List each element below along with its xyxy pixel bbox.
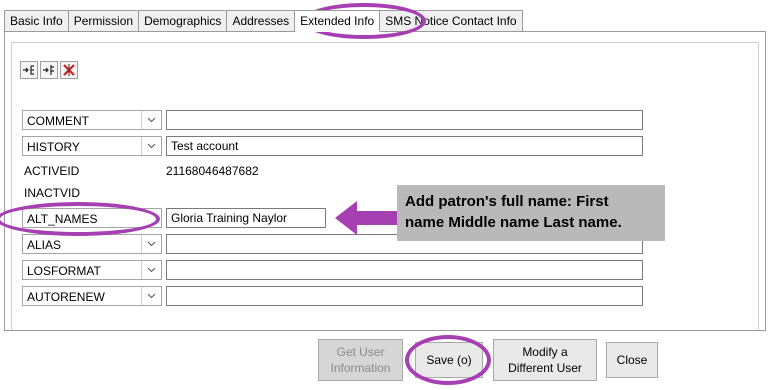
callout-line-2: name Middle name Last name. [405,214,622,231]
alt-names-key-label: ALT_NAMES [27,212,98,226]
tab-bar: Basic Info Permission Demographics Addre… [4,10,523,32]
field-toolbar [20,61,78,79]
save-label: Save (o) [426,353,472,367]
modify-line-1: Modify a [522,345,568,359]
tab-addresses[interactable]: Addresses [227,10,296,32]
comment-key-select[interactable]: COMMENT [22,110,162,130]
insert-field-icon[interactable] [40,61,58,79]
history-key-select[interactable]: HISTORY [22,136,162,156]
panel-right-divider [758,42,759,330]
autorenew-value-input[interactable] [166,286,643,306]
comment-key-label: COMMENT [27,114,89,128]
add-field-icon[interactable] [20,61,38,79]
chevron-down-icon[interactable] [141,137,161,155]
instruction-callout: Add patron's full name: First name Middl… [397,185,665,241]
activeid-value: 21168046487682 [166,164,259,178]
alt-names-key-select[interactable]: ALT_NAMES [22,208,162,228]
modify-different-user-button[interactable]: Modify a Different User [493,339,597,381]
tab-sms-notice-contact-info[interactable]: SMS Notice Contact Info [380,10,523,32]
comment-value-input[interactable] [166,110,643,130]
arrow-left-icon [335,201,397,235]
get-user-line-2: Information [330,361,391,375]
inactvid-label: INACTVID [24,186,81,200]
history-key-label: HISTORY [27,140,80,154]
chevron-down-icon[interactable] [141,287,161,305]
modify-line-2: Different User [508,361,582,375]
alt-names-value-input[interactable]: Gloria Training Naylor [166,208,326,228]
activeid-label: ACTIVEID [24,164,80,178]
callout-line-1: Add patron's full name: First [405,193,609,210]
panel-left-divider [11,42,12,330]
tab-basic-info[interactable]: Basic Info [4,10,69,32]
chevron-down-icon[interactable] [141,111,161,129]
tab-permission[interactable]: Permission [68,10,140,32]
alias-key-select[interactable]: ALIAS [22,234,162,254]
losformat-value-input[interactable] [166,260,643,280]
remove-field-icon[interactable] [60,61,78,79]
close-button[interactable]: Close [606,342,658,378]
autorenew-key-select[interactable]: AUTORENEW [22,286,162,306]
save-button[interactable]: Save (o) [415,342,483,378]
close-label: Close [616,353,648,367]
chevron-down-icon[interactable] [141,235,161,253]
tab-demographics[interactable]: Demographics [139,10,228,32]
alias-key-label: ALIAS [27,238,62,252]
chevron-down-icon[interactable] [141,261,161,279]
panel-top-divider [11,42,759,43]
losformat-key-label: LOSFORMAT [27,264,101,278]
history-value-input[interactable]: Test account [166,136,643,156]
losformat-key-select[interactable]: LOSFORMAT [22,260,162,280]
autorenew-key-label: AUTORENEW [27,290,105,304]
get-user-line-1: Get User [336,345,385,359]
tab-extended-info[interactable]: Extended Info [295,10,381,32]
get-user-information-button[interactable]: Get User Information [318,339,403,381]
